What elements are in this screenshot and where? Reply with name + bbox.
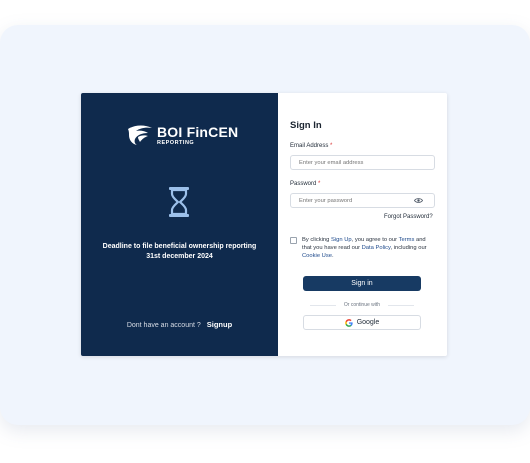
email-field[interactable] — [290, 155, 435, 170]
terms-text-part: By clicking — [302, 237, 331, 243]
email-label: Email Address * — [290, 143, 332, 149]
signin-button[interactable]: Sign in — [303, 276, 421, 291]
google-button-label: Google — [356, 319, 380, 326]
no-account-text: Dont have an account ? — [126, 322, 201, 329]
deadline-line-1: Deadline to file beneficial ownership re… — [102, 243, 257, 250]
form-title: Sign In — [290, 120, 322, 131]
signin-card: BOI FinCEN REPORTING Deadline to file be… — [81, 93, 447, 356]
password-label-text: Password — [290, 181, 317, 187]
terms-checkbox[interactable] — [290, 237, 297, 244]
brand-logo: BOI FinCEN REPORTING — [126, 124, 238, 146]
required-mark: * — [330, 143, 333, 149]
signin-form-panel: Sign In Email Address * Password * Forgo… — [278, 93, 447, 356]
signup-link[interactable]: Signup — [207, 320, 232, 329]
eye-icon[interactable] — [414, 197, 423, 204]
hourglass-icon — [169, 187, 189, 217]
terms-text-part: , including our — [390, 245, 427, 252]
required-mark: * — [318, 181, 321, 187]
brand-subtitle: REPORTING — [157, 139, 195, 146]
terms-signup-link[interactable]: Sign Up — [331, 237, 352, 243]
password-label: Password * — [290, 181, 320, 187]
google-g-icon — [344, 318, 353, 327]
divider-line — [388, 305, 414, 306]
forgot-password-link[interactable]: Forgot Password? — [384, 214, 433, 220]
eagle-shield-icon — [128, 125, 152, 145]
terms-text: By clicking Sign Up, you agree to our Te… — [302, 236, 434, 261]
or-divider: Or continue with — [310, 301, 414, 309]
google-signin-button[interactable]: Google — [303, 315, 421, 330]
terms-text-part: . — [331, 253, 334, 260]
deadline-notice: Deadline to file beneficial ownership re… — [81, 242, 278, 262]
brand-title: BOI FinCEN — [157, 123, 239, 140]
terms-link[interactable]: Terms — [399, 237, 415, 243]
email-label-text: Email Address — [290, 143, 329, 149]
terms-text-part: , you agree to our — [351, 237, 399, 243]
data-policy-link[interactable]: Data Policy — [362, 245, 391, 251]
cookie-use-link[interactable]: Cookie Use — [302, 253, 332, 259]
deadline-line-2: 31st december 2024 — [146, 253, 213, 260]
signup-prompt: Dont have an account ? Signup — [81, 320, 278, 329]
brand-panel: BOI FinCEN REPORTING Deadline to file be… — [81, 93, 278, 356]
